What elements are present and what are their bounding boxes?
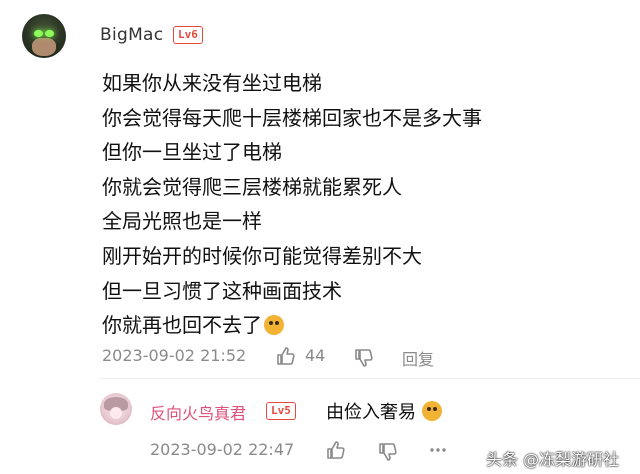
sub-reply-timestamp: 2023-09-02 22:47 (150, 440, 295, 459)
thumbs-down-icon[interactable] (378, 442, 398, 462)
comment-body: 如果你从来没有坐过电梯 你会觉得每天爬十层楼梯回家也不是多大事 但你一旦坐过了电… (102, 66, 482, 343)
comment-line: 你就会觉得爬三层楼梯就能累死人 (102, 174, 402, 199)
comment-timestamp: 2023-09-02 21:52 (102, 346, 247, 365)
sub-reply-text: 由俭入奢易 (326, 398, 442, 424)
doge-emoji-icon (422, 401, 442, 421)
reply-button[interactable]: 回复 (402, 346, 434, 370)
thumbs-up-icon[interactable] (276, 346, 296, 366)
level-badge: Lv5 (266, 402, 296, 420)
avatar[interactable] (22, 14, 66, 58)
avatar-goggle (45, 30, 54, 37)
comment-line-last: 你就再也回不去了 (102, 308, 482, 343)
thumbs-up-icon[interactable] (326, 440, 346, 460)
thumbs-down-icon[interactable] (354, 348, 374, 368)
comment-line: 但一旦习惯了这种画面技术 (102, 278, 342, 303)
sub-reply-avatar[interactable] (100, 393, 132, 425)
comment-username[interactable]: BigMac (100, 25, 163, 45)
comment-line: 刚开始开的时候你可能觉得差别不大 (102, 243, 422, 268)
comment-line: 全局光照也是一样 (102, 209, 262, 234)
avatar-face (110, 407, 122, 419)
comment-line-text: 你就再也回不去了 (102, 313, 262, 338)
watermark: 头条 @冻梨游研社 (486, 450, 620, 469)
sub-reply-content: 由俭入奢易 (326, 402, 416, 423)
comment-line: 你会觉得每天爬十层楼梯回家也不是多大事 (102, 105, 482, 130)
comment-line: 如果你从来没有坐过电梯 (102, 71, 322, 95)
more-options-icon[interactable] (428, 440, 448, 460)
avatar-goggle (34, 30, 43, 37)
comment-line: 但你一旦坐过了电梯 (102, 140, 282, 165)
avatar-face (32, 38, 56, 56)
like-count: 44 (305, 346, 326, 365)
level-badge: Lv6 (173, 26, 203, 44)
sub-reply-username[interactable]: 反向火鸟真君 (150, 400, 246, 424)
doge-emoji-icon (264, 315, 284, 336)
divider (100, 378, 640, 379)
